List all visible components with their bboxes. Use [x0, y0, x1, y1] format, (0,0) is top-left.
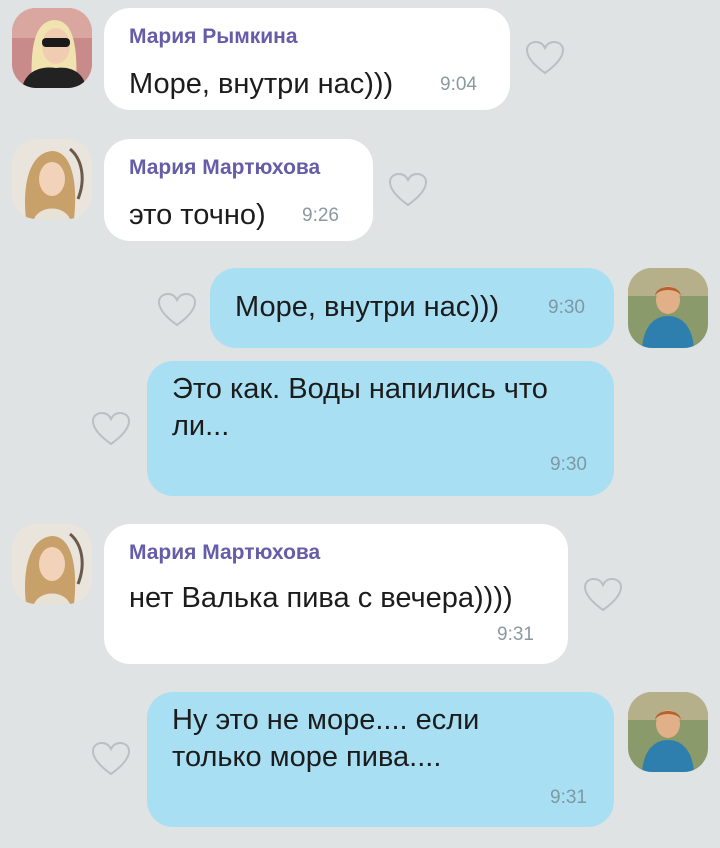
- heart-icon[interactable]: [388, 172, 428, 208]
- message-bubble-4[interactable]: Это как. Воды напились что ли... 9:30: [147, 361, 614, 496]
- heart-icon[interactable]: [525, 40, 565, 76]
- message-time: 9:04: [440, 74, 477, 95]
- sender-name[interactable]: Мария Мартюхова: [129, 541, 320, 565]
- heart-icon[interactable]: [91, 411, 131, 447]
- message-time: 9:30: [548, 297, 585, 318]
- sender-name[interactable]: Мария Рымкина: [129, 25, 298, 49]
- message-text: это точно): [129, 199, 266, 231]
- avatar-self[interactable]: [628, 692, 708, 772]
- heart-icon[interactable]: [91, 741, 131, 777]
- message-bubble-6[interactable]: Ну это не море.... если только море пива…: [147, 692, 614, 827]
- avatar-maria-martyukhova[interactable]: [12, 524, 92, 604]
- message-bubble-5[interactable]: Мария Мартюхова нет Валька пива с вечера…: [104, 524, 568, 664]
- avatar-maria-martyukhova[interactable]: [12, 139, 92, 219]
- message-text: нет Валька пива с вечера)))): [129, 582, 513, 614]
- avatar-maria-rymkina[interactable]: [12, 8, 92, 88]
- message-text: Это как. Воды напились что ли...: [172, 373, 548, 442]
- message-time: 9:31: [497, 624, 534, 645]
- heart-icon[interactable]: [157, 292, 197, 328]
- avatar-self[interactable]: [628, 268, 708, 348]
- message-time: 9:26: [302, 205, 339, 226]
- message-text: Ну это не море.... если только море пива…: [172, 704, 480, 773]
- message-text: Море, внутри нас))): [129, 68, 394, 100]
- message-bubble-2[interactable]: Мария Мартюхова это точно) 9:26: [104, 139, 373, 241]
- sender-name[interactable]: Мария Мартюхова: [129, 156, 320, 180]
- message-time: 9:30: [550, 454, 587, 475]
- heart-icon[interactable]: [583, 577, 623, 613]
- message-time: 9:31: [550, 787, 587, 808]
- message-bubble-3[interactable]: Море, внутри нас))) 9:30: [210, 268, 614, 348]
- message-bubble-1[interactable]: Мария Рымкина Море, внутри нас))) 9:04: [104, 8, 510, 110]
- message-text: Море, внутри нас))): [235, 291, 500, 323]
